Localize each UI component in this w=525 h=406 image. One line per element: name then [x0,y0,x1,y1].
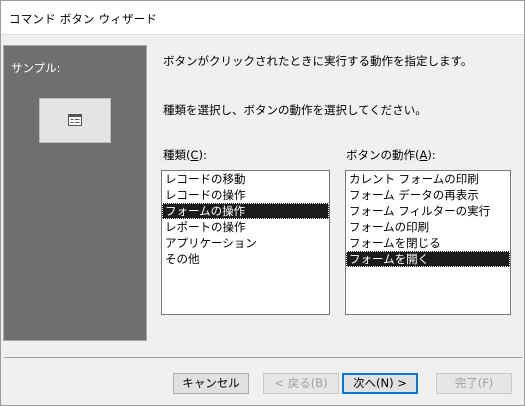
instruction-text-2: 種類を選択し、ボタンの動作を選択してください。 [163,103,427,117]
action-listbox[interactable]: カレント フォームの印刷 フォーム データの再表示 フォーム フィルターの実行 フォー… [345,170,511,315]
form-window-icon [68,114,82,126]
next-button[interactable]: 次へ(N) > [342,373,418,394]
sample-label: サンプル: [11,61,61,75]
window-title: コマンド ボタン ウィザード [9,12,158,26]
footer-divider [4,357,522,358]
category-list-item[interactable]: レコードの操作 [162,187,329,203]
category-list-item[interactable]: フォームの操作 [162,203,329,219]
sample-panel: サンプル: [3,45,147,341]
cancel-button[interactable]: キャンセル [173,373,249,394]
category-listbox[interactable]: レコードの移動 レコードの操作 フォームの操作 レポートの操作 アプリケーション その他 [161,170,330,315]
action-list-item[interactable]: フォームを閉じる [346,235,510,251]
category-list-label: 種類(C): [163,148,207,162]
action-list-label: ボタンの動作(A): [346,148,436,162]
category-list-item[interactable]: その他 [162,251,329,267]
action-list-item[interactable]: フォームを開く [346,251,510,267]
sample-preview [39,98,111,143]
back-button[interactable]: < 戻る(B) [263,373,339,394]
finish-button[interactable]: 完了(F) [436,373,512,394]
category-list-item[interactable]: レコードの移動 [162,171,329,187]
title-bar: コマンド ボタン ウィザード [1,1,524,35]
action-list-item[interactable]: フォーム フィルターの実行 [346,203,510,219]
instruction-text-1: ボタンがクリックされたときに実行する動作を指定します。 [163,54,473,68]
action-list-item[interactable]: フォーム データの再表示 [346,187,510,203]
category-list-item[interactable]: アプリケーション [162,235,329,251]
action-list-item[interactable]: フォームの印刷 [346,219,510,235]
command-button-wizard-dialog: コマンド ボタン ウィザード サンプル: ボタンがクリックされたときに実行する動… [0,0,525,406]
action-list-item[interactable]: カレント フォームの印刷 [346,171,510,187]
category-list-item[interactable]: レポートの操作 [162,219,329,235]
